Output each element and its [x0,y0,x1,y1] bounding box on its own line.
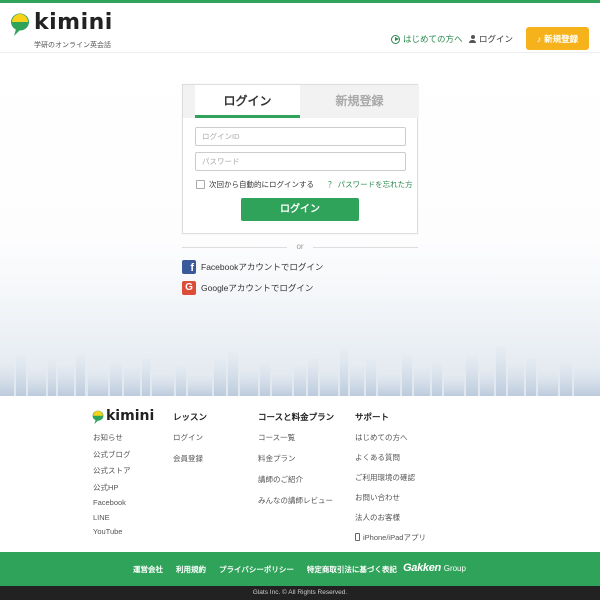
login-tabs: ログイン 新規登録 [183,85,419,118]
footer-link-corporate[interactable]: 法人のお客様 [355,512,426,523]
facebook-login-label: Facebookアカウントでログイン [201,262,324,272]
google-login-link[interactable]: G Googleアカウントでログイン [182,281,313,295]
gakken-group-logo[interactable]: Gakken Group [403,562,466,574]
footer-link-app-label: iPhone/iPadアプリ [363,533,426,542]
register-button-label: 新規登録 [544,33,579,44]
footer-link-pricing[interactable]: 料金プラン [258,453,334,464]
user-icon [469,35,476,43]
or-text: or [296,242,304,251]
link-commerce-law[interactable]: 特定商取引法に基づく表記 [307,564,397,575]
play-circle-icon [391,34,400,44]
remember-me-checkbox[interactable] [196,180,205,189]
footer-logo-text: kimini [106,408,155,424]
facebook-login-link[interactable]: f Facebookアカウントでログイン [182,260,323,274]
footer-support-column: サポート はじめての方へ よくある質問 ご利用環境の確認 お問い合わせ 法人のお… [355,411,426,552]
smartphone-icon [355,533,360,541]
footer-link-environment[interactable]: ご利用環境の確認 [355,472,426,483]
login-submit-button[interactable]: ログイン [241,198,359,221]
city-skyline-image [0,346,600,396]
copyright: Glats Inc. © All Rights Reserved. [0,586,600,600]
gakken-group-text: Group [443,564,466,573]
login-main: ログイン 新規登録 ログインID パスワード 次回から自動的にログインする ？ … [0,54,600,396]
footer-link-login[interactable]: ログイン [173,432,207,443]
footer-link-homepage[interactable]: 公式HP [93,482,131,493]
password-field[interactable]: パスワード [195,152,406,171]
footer-link-youtube[interactable]: YouTube [93,527,131,536]
nav-login[interactable]: ログイン [469,33,513,45]
footer-link-courses[interactable]: コース一覧 [258,432,334,443]
gakken-logo-text: Gakken [403,562,441,574]
divider-line [182,247,287,248]
remember-me[interactable]: 次回から自動的にログインする [196,179,314,190]
logo-text: kimini [34,10,113,35]
kimini-logo-icon [92,410,104,425]
remember-me-label: 次回から自動的にログインする [209,180,314,189]
kimini-logo-icon [11,13,29,36]
link-privacy[interactable]: プライバシーポリシー [219,564,294,575]
footer-link-blog[interactable]: 公式ブログ [93,449,131,460]
footer-link-app[interactable]: iPhone/iPadアプリ [355,532,426,543]
or-divider: or [182,242,418,251]
login-panel: ログイン 新規登録 ログインID パスワード 次回から自動的にログインする ？ … [182,84,419,234]
footer-lesson-column: レッスン ログイン 会員登録 [173,411,207,474]
facebook-icon: f [182,260,196,274]
divider-line [313,247,418,248]
music-note-icon: ♪ [536,33,542,44]
link-company[interactable]: 運営会社 [133,564,163,575]
footer-link-first-time[interactable]: はじめての方へ [355,432,426,443]
nav-first-time-label: はじめての方へ [403,34,463,44]
footer-course-heading: コースと料金プラン [258,412,335,422]
footer-link-line[interactable]: LINE [93,513,131,522]
footer-lesson-heading: レッスン [173,412,208,422]
site-footer: kimini お知らせ 公式ブログ 公式ストア 公式HP Facebook LI… [0,396,600,552]
logo-tagline: 学研のオンライン英会話 [34,42,111,49]
footer-link-faq[interactable]: よくある質問 [355,452,426,463]
tab-register[interactable]: 新規登録 [313,85,406,118]
footer-link-store[interactable]: 公式ストア [93,465,131,476]
footer-link-contact[interactable]: お問い合わせ [355,492,426,503]
link-terms[interactable]: 利用規約 [176,564,206,575]
footer-about-links: お知らせ 公式ブログ 公式ストア 公式HP Facebook LINE YouT… [93,432,131,542]
footer-support-heading: サポート [355,412,390,422]
footer-green-bar: 運営会社 利用規約 プライバシーポリシー 特定商取引法に基づく表記 Gakken… [0,552,600,586]
google-icon: G [182,281,196,295]
tab-login[interactable]: ログイン [195,85,300,118]
footer-link-teachers[interactable]: 講師のご紹介 [258,474,334,485]
footer-link-reviews[interactable]: みんなの講師レビュー [258,495,334,506]
legal-links: 運営会社 利用規約 プライバシーポリシー 特定商取引法に基づく表記 [133,552,397,586]
nav-first-time[interactable]: はじめての方へ [391,33,463,45]
footer-link-facebook[interactable]: Facebook [93,498,131,507]
register-button[interactable]: ♪ 新規登録 [526,27,589,50]
forgot-password-link[interactable]: ？ パスワードを忘れた方 [328,179,413,190]
site-header: kimini 学研のオンライン英会話 はじめての方へ ログイン ♪ 新規登録 [0,3,600,53]
footer-course-column: コースと料金プラン コース一覧 料金プラン 講師のご紹介 みんなの講師レビュー [258,411,334,516]
footer-link-signup[interactable]: 会員登録 [173,453,207,464]
login-id-field[interactable]: ログインID [195,127,406,146]
nav-login-label: ログイン [479,34,514,44]
footer-link-news[interactable]: お知らせ [93,432,131,443]
google-login-label: Googleアカウントでログイン [201,283,314,293]
